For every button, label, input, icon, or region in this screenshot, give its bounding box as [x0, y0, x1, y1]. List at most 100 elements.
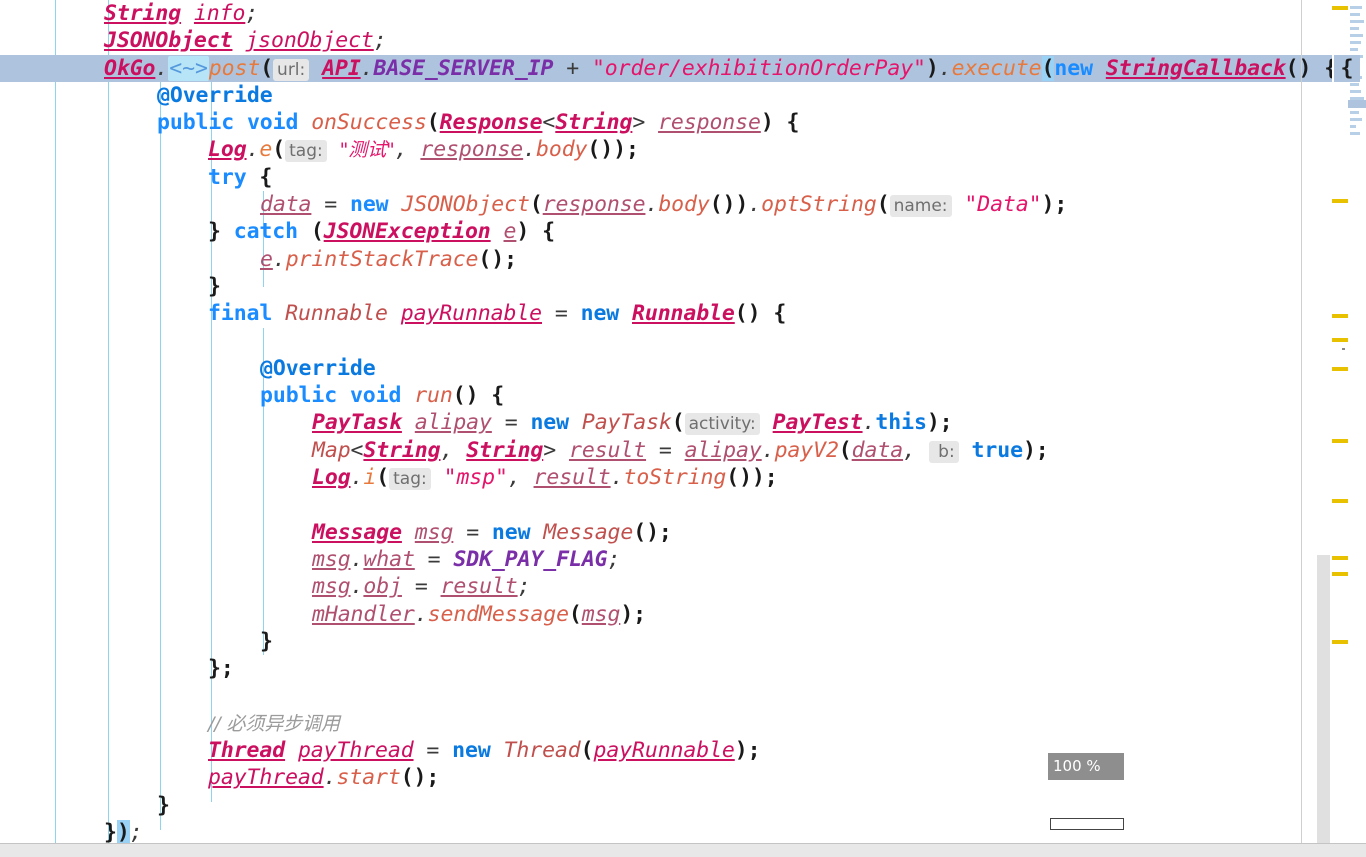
minimap-row: [1350, 34, 1363, 37]
code-token-class: Log: [312, 465, 351, 491]
code-line[interactable]: @Override: [0, 355, 1332, 382]
code-token-punct: {: [542, 219, 555, 245]
code-token-class: PayTest: [772, 410, 863, 436]
code-token-punct: ();: [478, 246, 517, 272]
code-token-keyword: new: [349, 192, 389, 218]
code-line[interactable]: Log.i(tag: "msp", result.toString());: [0, 464, 1332, 491]
code-token-local: response: [542, 192, 646, 218]
code-token-punct: {: [1324, 56, 1332, 81]
code-surface[interactable]: String info; JSONObject jsonObject; OkGo.<…: [0, 0, 1332, 843]
code-line[interactable]: // 必须异步调用: [0, 710, 1332, 737]
code-line[interactable]: String info;: [0, 0, 1332, 27]
code-line[interactable]: [0, 328, 1332, 355]
code-line[interactable]: Map<String, String> result = alipay.payV…: [0, 437, 1332, 464]
code-token-local: msg: [312, 546, 351, 572]
code-line[interactable]: payThread.start();: [0, 764, 1332, 791]
code-minimap[interactable]: [1348, 0, 1366, 843]
vertical-scrollbar-thumb[interactable]: [1317, 555, 1330, 845]
vertical-scrollbar-track[interactable]: [1317, 0, 1348, 845]
code-line[interactable]: [0, 682, 1332, 709]
code-token-punct: ): [516, 219, 530, 245]
code-token-local: what: [363, 546, 415, 572]
code-token-op: +: [566, 55, 580, 81]
code-line[interactable]: }: [0, 628, 1332, 655]
code-line[interactable]: } catch (JSONException e) {: [0, 218, 1332, 245]
code-token-punct: );: [926, 410, 953, 436]
code-line[interactable]: e.printStackTrace();: [0, 246, 1332, 273]
code-token-hint: tag:: [389, 468, 431, 491]
code-token-hint: tag:: [285, 140, 327, 163]
minimap-row: [1350, 83, 1359, 86]
code-line[interactable]: JSONObject jsonObject;: [0, 27, 1332, 54]
code-token-method: i: [363, 465, 377, 491]
code-token-class: API: [322, 55, 361, 81]
code-token-keyword2: new: [452, 738, 491, 764]
code-token-class: OkGo: [104, 55, 156, 81]
code-token-annotation: @Override: [157, 82, 273, 108]
code-line[interactable]: public void onSuccess(Response<String> r…: [0, 109, 1332, 136]
code-token-string: "msp": [443, 465, 508, 491]
code-line[interactable]: @Override: [0, 82, 1332, 109]
code-token-method2: optString: [761, 192, 877, 218]
minimap-row: [1350, 111, 1359, 114]
code-line[interactable]: msg.what = SDK_PAY_FLAG;: [0, 546, 1332, 573]
code-token-punct: );: [734, 738, 761, 764]
code-token-plain: <: [350, 437, 364, 463]
code-line[interactable]: Log.e(tag: "测试", response.body());: [0, 136, 1332, 163]
code-token-folded[interactable]: <~>: [168, 55, 209, 81]
code-token-class: PayTask: [312, 410, 402, 436]
code-line[interactable]: Thread payThread = new Thread(payRunnabl…: [0, 737, 1332, 764]
code-text[interactable]: String info; JSONObject jsonObject; OkGo.<…: [0, 0, 1332, 843]
code-token-class: Message: [312, 519, 402, 545]
minimap-row: [1350, 6, 1362, 9]
code-token-plain: .: [610, 465, 624, 491]
code-line[interactable]: Message msg = new Message();: [0, 519, 1332, 546]
code-line[interactable]: public void run() {: [0, 382, 1332, 409]
code-token-op: =: [324, 192, 338, 218]
code-line[interactable]: try {: [0, 164, 1332, 191]
code-token-local: e: [260, 246, 273, 272]
code-token-punct: };: [208, 656, 234, 682]
code-editor[interactable]: String info; JSONObject jsonObject; OkGo.<…: [0, 0, 1366, 857]
code-line[interactable]: }: [0, 273, 1332, 300]
code-line[interactable]: data = new JSONObject(response.body()).o…: [0, 191, 1332, 218]
overflow-brace-glyph: {: [1334, 54, 1360, 82]
code-token-string: "Data": [964, 192, 1042, 218]
code-token-punct: {: [773, 301, 787, 327]
code-line[interactable]: };: [0, 655, 1332, 682]
code-line[interactable]: final Runnable payRunnable = new Runnabl…: [0, 300, 1332, 327]
code-line[interactable]: msg.obj = result;: [0, 573, 1332, 600]
code-line[interactable]: OkGo.<~>post(url: API.BASE_SERVER_IP + "…: [0, 55, 1332, 82]
code-line[interactable]: }: [0, 792, 1332, 819]
code-token-punct: ();: [400, 765, 440, 791]
code-line[interactable]: mHandler.sendMessage(msg);: [0, 601, 1332, 628]
code-token-plain: .: [350, 465, 364, 491]
code-line[interactable]: });: [0, 819, 1332, 843]
code-line[interactable]: PayTask alipay = new PayTask(activity: P…: [0, 409, 1332, 436]
code-token-method2: start: [336, 765, 401, 791]
code-token-plain: >: [632, 110, 659, 136]
code-token-op: =: [426, 738, 440, 764]
code-token-field: jsonObject: [245, 28, 374, 54]
zoom-level-badge: 100 %: [1048, 753, 1124, 780]
code-token-punct: (: [876, 192, 890, 218]
code-token-punct: }: [208, 273, 221, 299]
code-token-op: =: [658, 437, 672, 463]
code-token-class: String: [363, 437, 441, 463]
code-line[interactable]: [0, 491, 1332, 518]
